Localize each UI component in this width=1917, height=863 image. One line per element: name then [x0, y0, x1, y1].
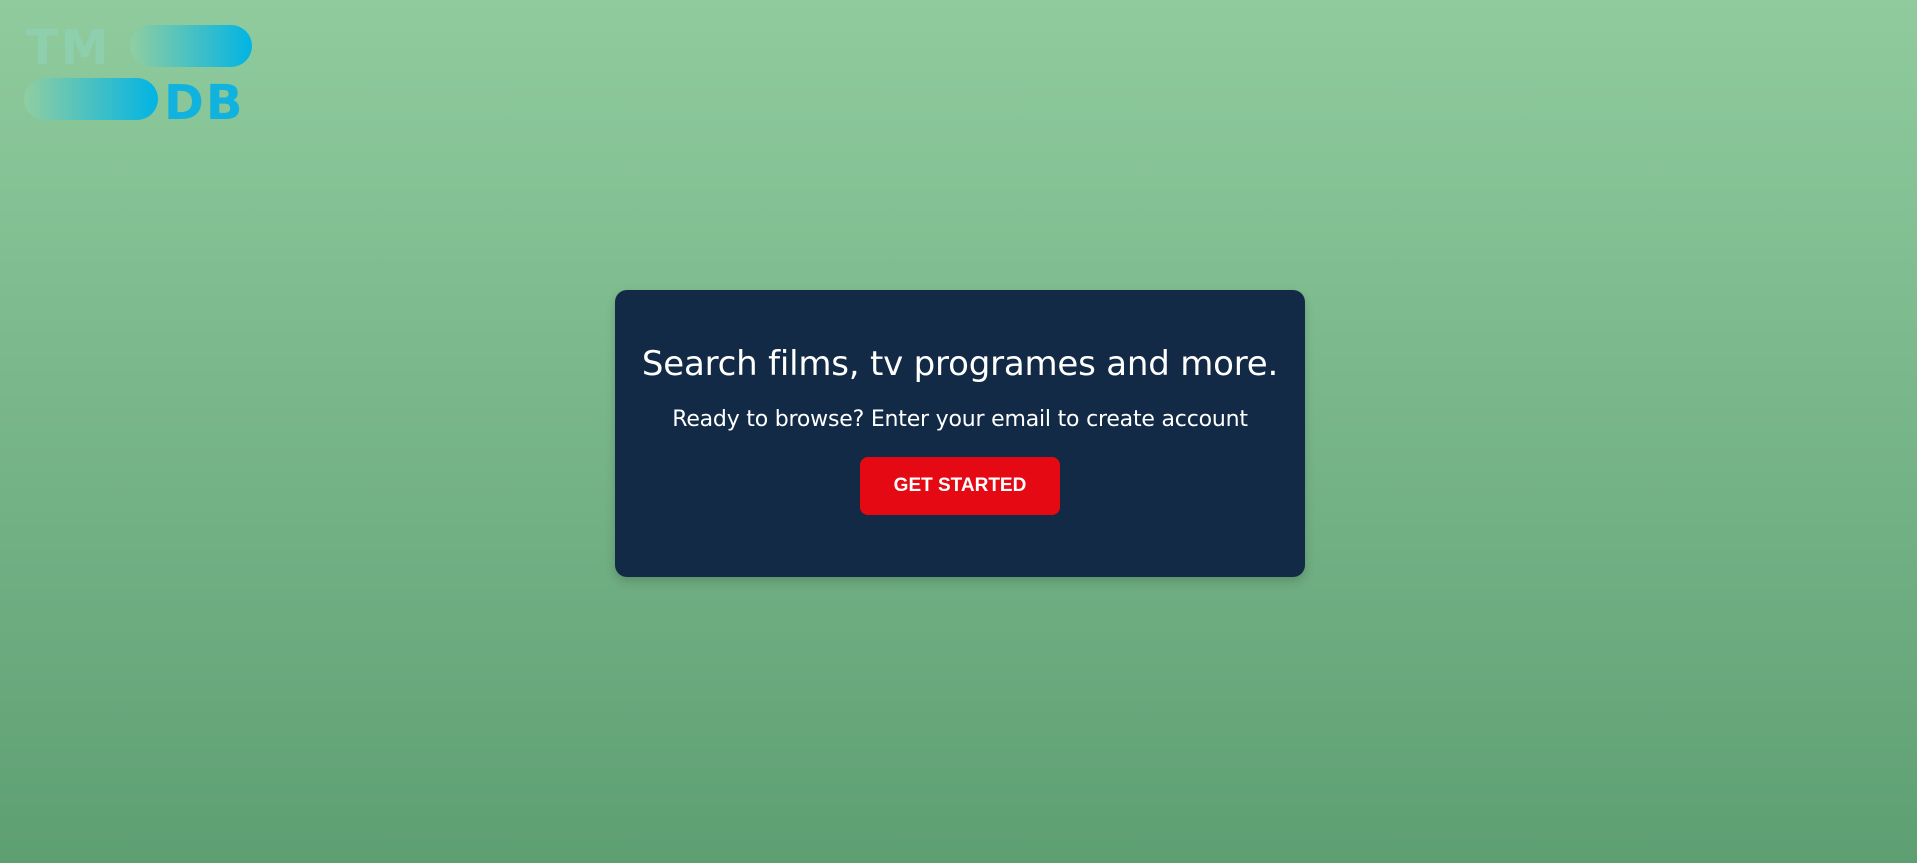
hero-heading: Search films, tv programes and more.	[641, 344, 1279, 384]
logo-bottom-row: DB	[24, 75, 244, 124]
get-started-button[interactable]: GET STARTED	[860, 457, 1060, 515]
tmdb-logo[interactable]: TM DB	[24, 22, 254, 124]
signup-card: Search films, tv programes and more. Rea…	[615, 290, 1305, 577]
hero-subheading: Ready to browse? Enter your email to cre…	[672, 407, 1248, 432]
logo-text-bottom: DB	[164, 75, 244, 124]
logo-pill-bottom	[24, 78, 158, 120]
logo-text-top: TM	[26, 22, 111, 76]
logo-pill-top	[130, 25, 252, 67]
logo-top-row: TM	[26, 22, 252, 76]
